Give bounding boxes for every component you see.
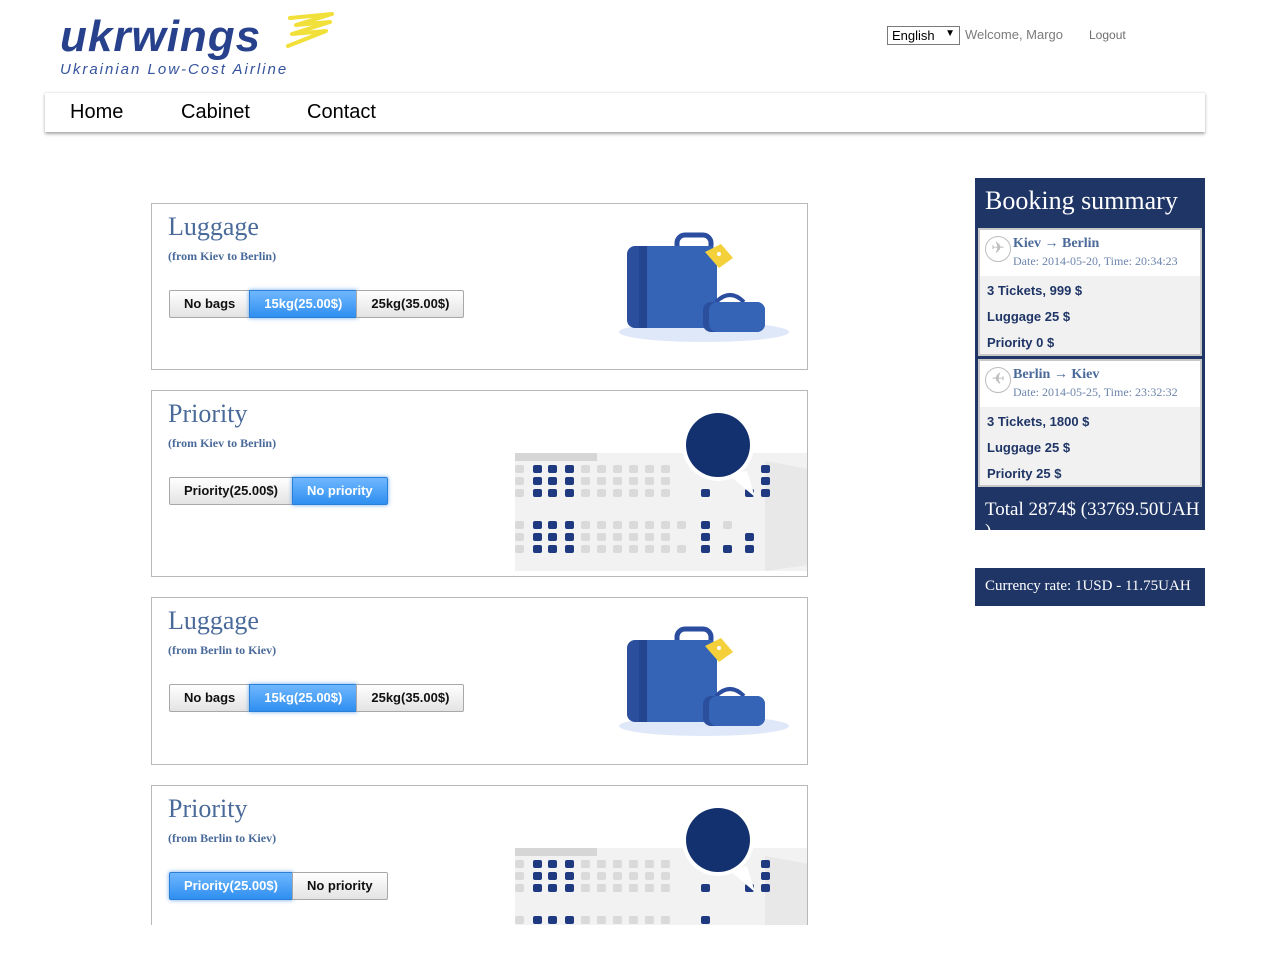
priority-options: Priority(25.00$) No priority (169, 872, 388, 900)
bag-15kg-button[interactable]: 15kg(25.00$) (249, 290, 358, 318)
logo-text: ukrwings (60, 12, 262, 61)
flight-date: Date: 2014-05-25, Time: 23:32:32 (1013, 385, 1178, 399)
luggage-options: No bags 15kg(25.00$) 25kg(35.00$) (169, 290, 465, 318)
booking-summary: Booking summary ✈ Kiev → Berlin Date: 20… (975, 178, 1205, 542)
priority-button[interactable]: Priority(25.00$) (169, 872, 293, 900)
plane-departure-icon: ✈ (985, 236, 1011, 262)
panel-route: (from Berlin to Kiev) (168, 831, 277, 845)
logo[interactable]: ukrwings Ukrainian Low-Cost Airline (60, 12, 350, 82)
bag-25kg-button[interactable]: 25kg(35.00$) (356, 684, 465, 712)
panel-title: Priority (168, 399, 248, 428)
tickets-line: 3 Tickets, 1800 $ (987, 414, 1090, 429)
luggage-line: Luggage 25 $ (987, 440, 1071, 455)
nav-home[interactable]: Home (70, 101, 123, 124)
luggage-line: Luggage 25 $ (987, 309, 1071, 324)
main-nav: Home Cabinet Contact (45, 92, 1205, 132)
flight-route: Kiev → Berlin (1013, 236, 1100, 251)
flight-header: ✈ Berlin → Kiev Date: 2014-05-25, Time: … (980, 361, 1200, 407)
summary-title: Booking summary (985, 186, 1178, 215)
luggage-illustration-icon (619, 626, 789, 736)
flight-date: Date: 2014-05-20, Time: 20:34:23 (1013, 254, 1178, 268)
nav-cabinet[interactable]: Cabinet (181, 101, 250, 124)
luggage-options: No bags 15kg(25.00$) 25kg(35.00$) (169, 684, 465, 712)
seat-map-illustration-icon (515, 804, 807, 925)
currency-rate: Currency rate: 1USD - 11.75UAH (975, 568, 1205, 606)
priority-line: Priority 25 $ (987, 466, 1062, 481)
panel-title: Luggage (168, 212, 259, 241)
logout-link[interactable]: Logout (1089, 28, 1126, 42)
wings-logo-icon (286, 12, 334, 48)
welcome-text: Welcome, Margo (965, 27, 1064, 42)
no-priority-button[interactable]: No priority (291, 477, 388, 505)
panel-title: Priority (168, 794, 248, 823)
luggage-panel-outbound: Luggage (from Kiev to Berlin) No bags 15… (151, 203, 808, 370)
no-priority-button[interactable]: No priority (291, 872, 388, 900)
priority-panel-outbound: Priority (from Kiev to Berlin) Priority(… (151, 390, 808, 577)
priority-line: Priority 0 $ (987, 335, 1055, 350)
language-select[interactable]: English ▼ (887, 26, 960, 45)
no-bags-button[interactable]: No bags (169, 684, 251, 712)
panel-route: (from Kiev to Berlin) (168, 249, 277, 263)
no-bags-button[interactable]: No bags (169, 290, 251, 318)
tickets-line: 3 Tickets, 999 $ (987, 283, 1083, 298)
summary-flight-return: ✈ Berlin → Kiev Date: 2014-05-25, Time: … (978, 359, 1202, 487)
panel-route: (from Kiev to Berlin) (168, 436, 277, 450)
flight-route: Berlin → Kiev (1013, 367, 1100, 382)
nav-contact[interactable]: Contact (307, 101, 376, 124)
bag-25kg-button[interactable]: 25kg(35.00$) (356, 290, 465, 318)
bag-15kg-button[interactable]: 15kg(25.00$) (249, 684, 358, 712)
priority-panel-return: Priority (from Berlin to Kiev) Priority(… (151, 785, 808, 925)
summary-flight-outbound: ✈ Kiev → Berlin Date: 2014-05-20, Time: … (978, 228, 1202, 356)
plane-arrival-icon: ✈ (985, 367, 1011, 393)
chevron-down-icon: ▼ (945, 28, 955, 39)
logo-subtitle: Ukrainian Low-Cost Airline (60, 61, 289, 78)
priority-options: Priority(25.00$) No priority (169, 477, 388, 505)
flight-header: ✈ Kiev → Berlin Date: 2014-05-20, Time: … (980, 230, 1200, 276)
language-value: English (892, 28, 935, 43)
luggage-illustration-icon (619, 232, 789, 342)
panel-title: Luggage (168, 606, 259, 635)
panel-route: (from Berlin to Kiev) (168, 643, 277, 657)
luggage-panel-return: Luggage (from Berlin to Kiev) No bags 15… (151, 597, 808, 765)
priority-button[interactable]: Priority(25.00$) (169, 477, 293, 505)
summary-total: Total 2874$ (33769.50UAH ) (985, 499, 1200, 542)
seat-map-illustration-icon (515, 409, 807, 571)
